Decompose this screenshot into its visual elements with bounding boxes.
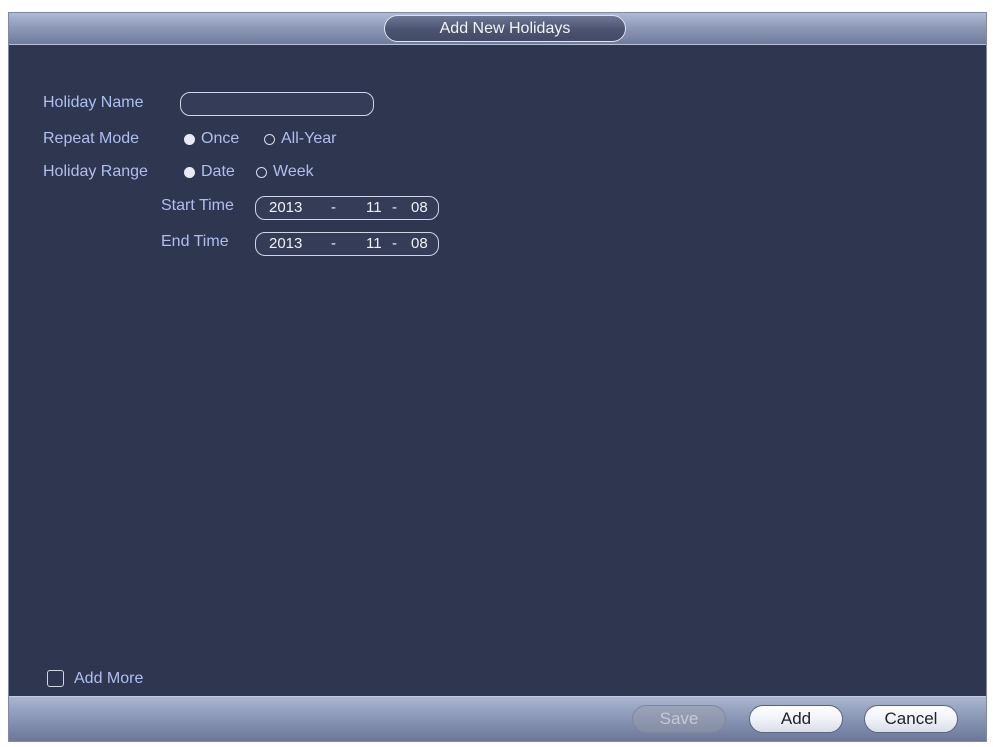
dialog-title-bar: Add New Holidays xyxy=(9,13,986,45)
add-more-label: Add More xyxy=(74,670,144,687)
cancel-button[interactable]: Cancel xyxy=(864,705,958,733)
save-button[interactable]: Save xyxy=(632,705,726,733)
start-time-label: Start Time xyxy=(161,197,234,214)
holiday-range-week-radio[interactable]: Week xyxy=(256,163,314,181)
start-time-separator: - xyxy=(331,199,336,216)
radio-selected-icon xyxy=(184,133,195,145)
add-more-checkbox[interactable] xyxy=(47,670,64,687)
holiday-range-date-label: Date xyxy=(201,163,235,180)
repeat-mode-all-year-radio[interactable]: All-Year xyxy=(264,130,336,148)
holiday-range-label: Holiday Range xyxy=(43,163,148,180)
radio-selected-icon xyxy=(184,166,195,178)
repeat-mode-all-year-label: All-Year xyxy=(281,130,337,147)
end-time-year[interactable]: 2013 xyxy=(269,235,302,252)
start-time-date-field[interactable]: 2013 - 11 - 08 xyxy=(255,196,439,220)
end-time-date-field[interactable]: 2013 - 11 - 08 xyxy=(255,232,439,256)
repeat-mode-once-radio[interactable]: Once xyxy=(184,130,239,148)
add-button[interactable]: Add xyxy=(749,705,843,733)
radio-unselected-icon xyxy=(256,166,267,178)
cropped-text-strip xyxy=(0,0,993,12)
end-time-month[interactable]: 11 xyxy=(366,235,382,252)
end-time-separator: - xyxy=(392,235,397,252)
holiday-name-label: Holiday Name xyxy=(43,94,144,111)
dialog-title: Add New Holidays xyxy=(384,15,626,42)
holiday-range-week-label: Week xyxy=(273,163,314,180)
dialog-footer: Save Add Cancel xyxy=(9,696,986,741)
end-time-label: End Time xyxy=(161,233,229,250)
end-time-day[interactable]: 08 xyxy=(411,235,428,252)
holiday-range-date-radio[interactable]: Date xyxy=(184,163,235,181)
repeat-mode-once-label: Once xyxy=(201,130,240,147)
holiday-name-input[interactable] xyxy=(180,92,374,116)
add-holidays-dialog: Add New Holidays Holiday Name Repeat Mod… xyxy=(8,12,987,742)
start-time-separator: - xyxy=(392,199,397,216)
end-time-separator: - xyxy=(331,235,336,252)
start-time-month[interactable]: 11 xyxy=(366,199,382,216)
start-time-year[interactable]: 2013 xyxy=(269,199,302,216)
start-time-day[interactable]: 08 xyxy=(411,199,428,216)
radio-unselected-icon xyxy=(264,133,275,145)
repeat-mode-label: Repeat Mode xyxy=(43,130,140,147)
